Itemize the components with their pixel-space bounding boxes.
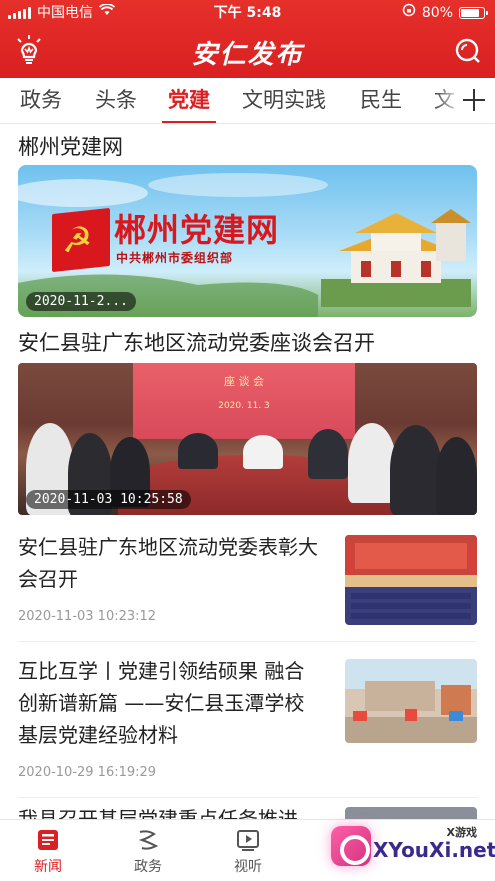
battery-icon <box>459 7 488 19</box>
app-header: 中国电信 下午 5:48 80% 安仁发布 <box>0 0 495 78</box>
nav-label: 新闻 <box>34 859 62 875</box>
article-time: 2020-10-29 16:19:29 <box>18 765 157 780</box>
tab-zhengwu[interactable]: 政务 <box>20 78 62 123</box>
watermark-text: XYouXi.net <box>373 838 495 862</box>
search-icon[interactable] <box>455 38 481 64</box>
tab-toutiao[interactable]: 头条 <box>95 78 137 123</box>
banner-subtitle: 中共郴州市委组织部 <box>116 251 234 265</box>
gov-icon <box>138 830 159 850</box>
article-thumbnail[interactable] <box>345 807 477 819</box>
section-title[interactable]: 郴州党建网 <box>18 131 123 161</box>
nav-gov[interactable]: 政务 <box>108 828 188 876</box>
nav-label: 政务 <box>134 859 162 875</box>
news-feed[interactable]: 郴州党建网 ☭ 郴州党建网 中共郴州市委组织部 2020-11-2... 安仁县… <box>0 125 495 819</box>
app-title: 安仁发布 <box>191 40 304 70</box>
status-bar: 中国电信 下午 5:48 80% <box>0 0 495 26</box>
banner-title: 郴州党建网 <box>114 211 280 249</box>
video-icon <box>237 830 259 851</box>
site-watermark: X游戏 XYouXi.net <box>321 820 495 878</box>
article-thumbnail[interactable] <box>345 659 477 743</box>
battery-percent: 80% <box>421 5 453 21</box>
temple-illustration <box>321 209 471 307</box>
article-image[interactable]: 座 谈 会 2020. 11. 3 2020-11-03 10:25:58 <box>18 363 477 515</box>
add-channel-icon[interactable] <box>463 89 485 111</box>
article-timestamp: 2020-11-03 10:25:58 <box>26 490 191 509</box>
nav-video[interactable]: 视听 <box>208 828 288 876</box>
party-flag: ☭ <box>52 207 110 273</box>
tab-wenming[interactable]: 文明实践 <box>242 78 326 123</box>
article-title[interactable]: 安仁县驻广东地区流动党委表彰大会召开 <box>18 531 318 595</box>
article-title[interactable]: 互比互学丨党建引领结硕果 融合创新谱新篇 ——安仁县玉潭学校基层党建经验材料 <box>18 655 318 751</box>
rotation-lock-icon <box>402 0 416 26</box>
article-title[interactable]: 我县召开基层党建重点任务推进 <box>18 803 348 819</box>
tab-dangjian[interactable]: 党建 <box>168 78 210 123</box>
watermark-logo-icon <box>331 826 371 866</box>
banner-timestamp: 2020-11-2... <box>26 292 136 311</box>
banner-card[interactable]: ☭ 郴州党建网 中共郴州市委组织部 2020-11-2... <box>18 165 477 317</box>
article-thumbnail[interactable] <box>345 535 477 625</box>
article-title[interactable]: 安仁县驻广东地区流动党委座谈会召开 <box>18 327 375 357</box>
tab-minsheng[interactable]: 民生 <box>360 78 402 123</box>
meeting-screen: 座 谈 会 2020. 11. 3 <box>133 363 355 439</box>
channel-tabs: 政务 头条 党建 文明实践 民生 文 <box>0 78 495 124</box>
article-time: 2020-11-03 10:23:12 <box>18 609 157 624</box>
nav-label: 视听 <box>234 859 262 875</box>
hammer-sickle-icon: ☭ <box>62 218 93 262</box>
news-icon <box>38 830 58 850</box>
app-bar: 安仁发布 <box>0 26 495 78</box>
nav-news[interactable]: 新闻 <box>8 828 88 876</box>
